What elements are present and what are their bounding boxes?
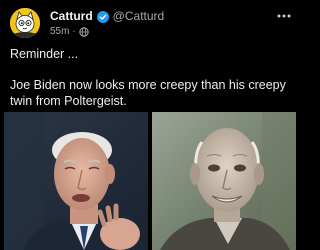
- post-text-line-1: Reminder ...: [10, 47, 79, 61]
- timestamp-row: 55m ·: [50, 25, 272, 38]
- post-images: [0, 112, 300, 250]
- separator-dot: ·: [72, 26, 76, 37]
- globe-icon: [79, 26, 89, 37]
- author-row: Catturd @Catturd: [50, 9, 272, 24]
- author-handle[interactable]: @Catturd: [113, 9, 165, 24]
- post-header: Catturd @Catturd 55m ·: [10, 7, 292, 41]
- cat-avatar-icon: [10, 8, 40, 38]
- facebook-post: Catturd @Catturd 55m · Reminder ... Joe …: [0, 0, 300, 250]
- photo-right[interactable]: [152, 112, 296, 250]
- author-name[interactable]: Catturd: [50, 9, 93, 24]
- avatar[interactable]: [10, 8, 40, 38]
- more-options-icon[interactable]: [276, 9, 292, 21]
- photo-left[interactable]: [4, 112, 148, 250]
- verified-badge-icon: [96, 10, 109, 23]
- timestamp[interactable]: 55m: [50, 26, 69, 37]
- post-meta: Catturd @Catturd 55m ·: [50, 9, 272, 38]
- post-text-line-2: Joe Biden now looks more creepy than his…: [10, 78, 286, 108]
